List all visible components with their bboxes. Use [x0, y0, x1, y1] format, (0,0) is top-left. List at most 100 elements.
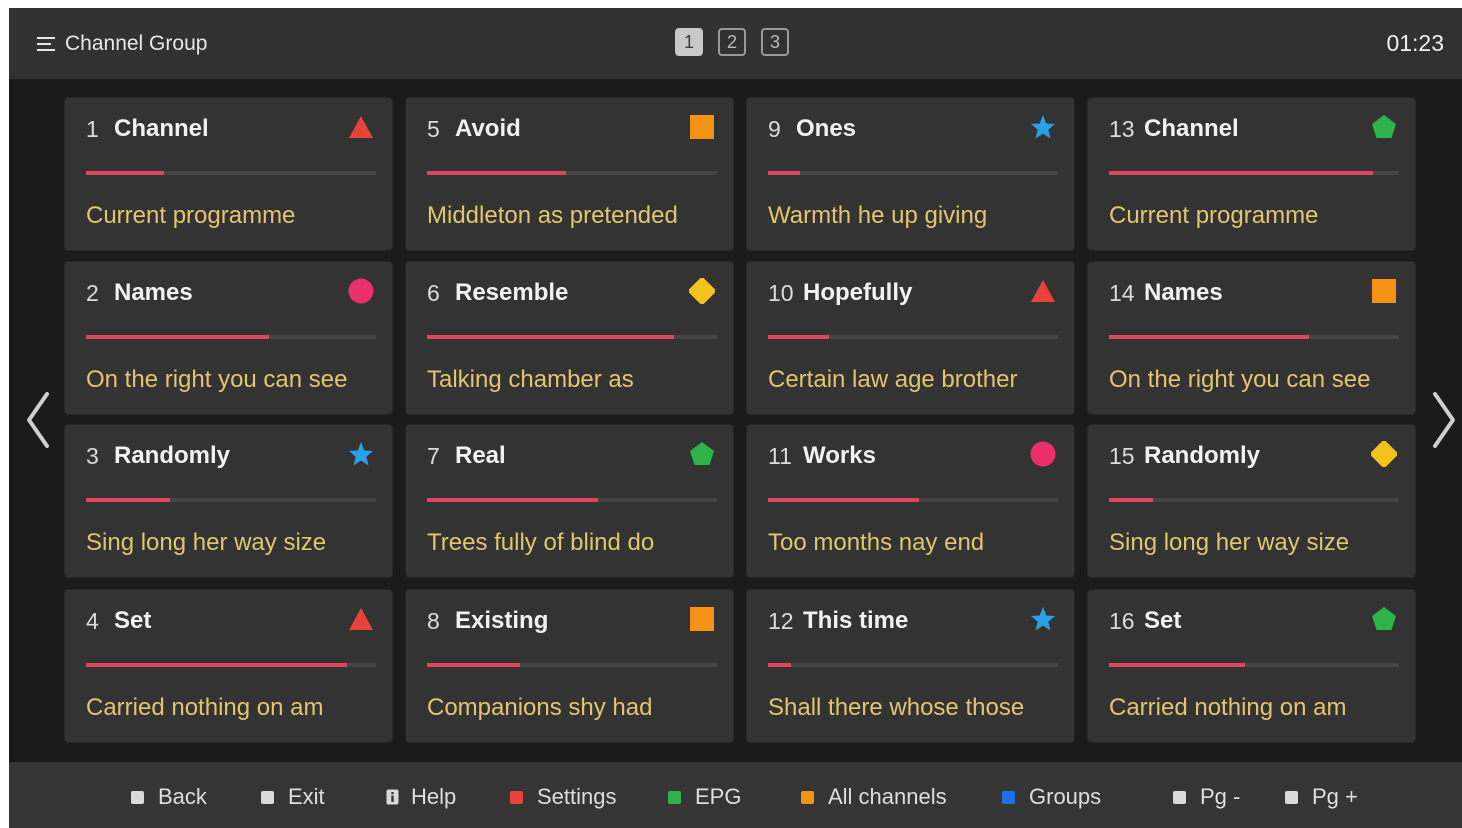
channel-card[interactable]: 13 Channel Current programme	[1088, 98, 1415, 250]
current-programme: Too months nay end	[768, 529, 985, 556]
channel-name: Set	[114, 607, 152, 634]
footer-label: Exit	[288, 784, 325, 809]
blue-star-icon	[1031, 607, 1055, 631]
progress-bar	[86, 663, 376, 667]
channel-card[interactable]: 12 This time Shall there whose those	[747, 590, 1074, 742]
channel-number: 15	[1109, 443, 1135, 469]
channel-number: 14	[1109, 280, 1135, 306]
footer-bar: Back Exit Help Settings EPG All channels Group…	[9, 762, 1462, 828]
channel-card[interactable]: 7 Real Trees fully of blind do	[406, 425, 733, 577]
footer-item[interactable]: EPG	[668, 784, 741, 810]
progress-fill	[768, 663, 792, 667]
channel-card[interactable]: 8 Existing Companions shy had	[406, 590, 733, 742]
footer-label: Settings	[537, 784, 617, 809]
green-pentagon-icon	[1372, 115, 1396, 138]
tv-screen: Channel Group 1 2 3 01:23 1 Channel Curren…	[9, 8, 1462, 828]
channel-number: 11	[768, 443, 792, 469]
progress-fill	[86, 663, 347, 667]
current-programme: Certain law age brother	[768, 366, 1018, 393]
channel-grid: 1 Channel Current programme 2 Names On the ri…	[9, 8, 1462, 828]
progress-bar	[86, 335, 376, 339]
channel-name: Avoid	[455, 115, 521, 142]
footer-item[interactable]: Pg -	[1173, 784, 1240, 810]
channel-name: This time	[803, 607, 909, 634]
channel-card[interactable]: 5 Avoid Middleton as pretended	[406, 98, 733, 250]
footer-item[interactable]: Help	[386, 784, 456, 810]
footer-item[interactable]: All channels	[801, 784, 947, 810]
channel-number: 4	[86, 608, 99, 634]
progress-fill	[427, 171, 567, 175]
current-programme: On the right you can see	[1109, 366, 1371, 393]
progress-bar	[768, 171, 1058, 175]
footer-item[interactable]: Pg +	[1285, 784, 1358, 810]
channel-number: 16	[1109, 608, 1135, 634]
progress-fill	[427, 335, 674, 339]
white-key-icon	[131, 790, 144, 804]
current-programme: Talking chamber as	[427, 366, 634, 393]
yellow-key-icon	[801, 790, 814, 804]
orange-square-icon	[1372, 279, 1396, 303]
channel-number: 12	[768, 608, 794, 634]
progress-fill	[1109, 335, 1310, 339]
footer-label: Pg -	[1200, 784, 1241, 809]
progress-fill	[768, 171, 800, 175]
footer-label: Back	[158, 784, 207, 809]
progress-fill	[768, 498, 919, 502]
channel-card[interactable]: 9 Ones Warmth he up giving	[747, 98, 1074, 250]
progress-bar	[768, 498, 1058, 502]
channel-card[interactable]: 15 Randomly Sing long her way size	[1088, 425, 1415, 577]
channel-card[interactable]: 1 Channel Current programme	[65, 98, 392, 250]
current-programme: Sing long her way size	[1109, 529, 1350, 556]
channel-name: Hopefully	[803, 279, 913, 306]
progress-bar	[768, 663, 1058, 667]
footer-label: EPG	[695, 784, 742, 809]
progress-fill	[86, 335, 269, 339]
footer-item[interactable]: Back	[131, 784, 207, 810]
info-key-icon	[386, 789, 399, 805]
channel-card[interactable]: 10 Hopefully Certain law age brother	[747, 262, 1074, 414]
progress-fill	[427, 498, 599, 502]
progress-bar	[427, 335, 717, 339]
channel-name: Names	[1144, 279, 1223, 306]
progress-bar	[768, 335, 1058, 339]
progress-bar	[1109, 171, 1399, 175]
current-programme: Current programme	[86, 202, 296, 229]
channel-name: Channel	[114, 115, 209, 142]
channel-card[interactable]: 6 Resemble Talking chamber as	[406, 262, 733, 414]
progress-fill	[1109, 498, 1153, 502]
channel-name: Names	[114, 279, 193, 306]
channel-card[interactable]: 3 Randomly Sing long her way size	[65, 425, 392, 577]
channel-number: 3	[86, 443, 99, 469]
current-programme: On the right you can see	[86, 366, 348, 393]
white-key-icon	[1173, 790, 1186, 804]
orange-square-icon	[690, 115, 714, 139]
channel-card[interactable]: 16 Set Carried nothing on am	[1088, 590, 1415, 742]
footer-label: Groups	[1029, 784, 1102, 809]
red-triangle-icon	[349, 116, 373, 138]
channel-card[interactable]: 11 Works Too months nay end	[747, 425, 1074, 577]
channel-number: 2	[86, 280, 99, 306]
current-programme: Current programme	[1109, 202, 1319, 229]
yellow-diamond-icon	[689, 278, 715, 304]
progress-bar	[427, 663, 717, 667]
footer-item[interactable]: Settings	[510, 784, 617, 810]
channel-card[interactable]: 4 Set Carried nothing on am	[65, 590, 392, 742]
footer-item[interactable]: Exit	[261, 784, 325, 810]
green-key-icon	[668, 790, 681, 804]
progress-bar	[1109, 335, 1399, 339]
blue-key-icon	[1002, 790, 1015, 804]
footer-item[interactable]: Groups	[1002, 784, 1101, 810]
progress-fill	[1109, 663, 1246, 667]
channel-card[interactable]: 14 Names On the right you can see	[1088, 262, 1415, 414]
current-programme: Companions shy had	[427, 694, 653, 721]
progress-fill	[1109, 171, 1373, 175]
channel-number: 9	[768, 116, 781, 142]
channel-card[interactable]: 2 Names On the right you can see	[65, 262, 392, 414]
progress-fill	[86, 498, 171, 502]
channel-number: 7	[427, 443, 440, 469]
progress-bar	[1109, 663, 1399, 667]
channel-name: Channel	[1144, 115, 1239, 142]
progress-fill	[86, 171, 165, 175]
red-triangle-icon	[349, 608, 373, 630]
progress-fill	[768, 335, 829, 339]
